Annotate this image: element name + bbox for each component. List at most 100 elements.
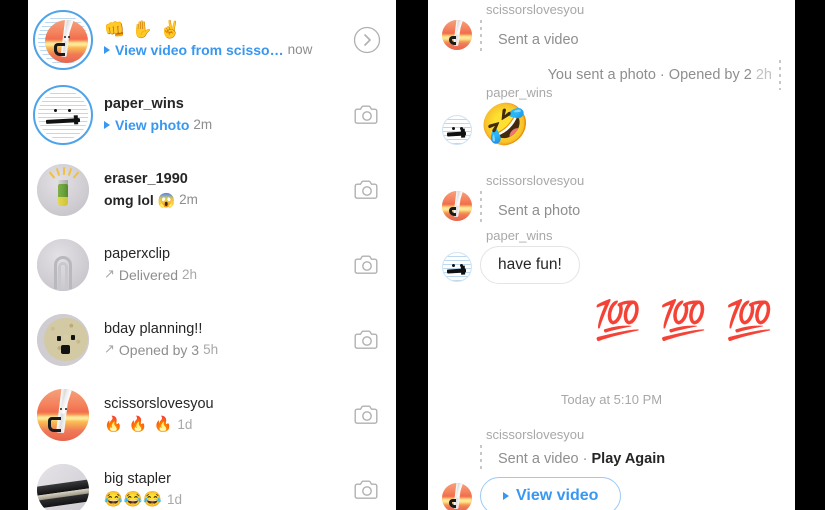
- message-bubble-have-fun[interactable]: paper_wins have fun!: [442, 228, 580, 284]
- inbox-row-timestamp: now: [287, 41, 313, 57]
- message-sent-a-video[interactable]: scissorslovesyou Sent a video: [442, 2, 584, 52]
- inbox-row-text: eraser_1990 omg lol 😱 2m: [104, 170, 350, 210]
- inbox-row-status: Opened by 3: [118, 341, 200, 358]
- avatar[interactable]: [32, 84, 94, 146]
- inbox-row-text: paper_wins View photo 2m: [104, 95, 350, 135]
- screenshot-root: 👊 ✋ ✌️ View video from scisso… now paper…: [0, 0, 825, 510]
- inbox-row-status: omg lol 😱: [104, 191, 176, 208]
- inbox-row-action[interactable]: [350, 479, 384, 501]
- avatar[interactable]: [32, 9, 94, 71]
- inbox-row-paper-wins[interactable]: paper_wins View photo 2m: [28, 77, 396, 152]
- message-text: Sent a video: [498, 32, 579, 48]
- inbox-row-subtitle: 😂😂😂 1d: [104, 490, 344, 510]
- inbox-row-subtitle: ↗ Opened by 3 5h: [104, 340, 344, 360]
- message-thread: scissorslovesyou Sent a video You sent a…: [428, 0, 795, 510]
- inbox-row-paperxclip[interactable]: paperxclip ↗ Delivered 2h: [28, 227, 396, 302]
- message-you-sent-a-photo[interactable]: You sent a photo · Opened by 2 2h: [548, 60, 781, 90]
- inbox-row-timestamp: 1d: [167, 491, 183, 507]
- avatar-image-paper-face: [38, 89, 88, 140]
- avatar[interactable]: [32, 459, 94, 510]
- day-divider-label: Today at 5:10 PM: [560, 392, 663, 407]
- message-timestamp: 2h: [755, 67, 772, 83]
- media-rail-icon: [480, 20, 482, 52]
- avatar[interactable]: [32, 309, 94, 371]
- message-sender: scissorslovesyou: [486, 173, 585, 188]
- day-divider: Today at 5:10 PM: [428, 386, 795, 413]
- camera-icon[interactable]: [354, 404, 380, 426]
- camera-icon[interactable]: [354, 179, 380, 201]
- media-rail-icon: [480, 445, 482, 471]
- inbox-row-subtitle: ↗ Delivered 2h: [104, 265, 344, 285]
- inbox-row-status: View photo: [115, 116, 190, 133]
- play-triangle-icon: [104, 120, 110, 129]
- avatar-image-eraser-pencil: [37, 163, 89, 216]
- camera-icon[interactable]: [354, 254, 380, 276]
- message-sender: scissorslovesyou: [486, 427, 585, 442]
- inbox-row-timestamp: 2h: [182, 266, 198, 282]
- inbox-row-eraser-1990[interactable]: eraser_1990 omg lol 😱 2m: [28, 152, 396, 227]
- sent-arrow-icon: ↗: [104, 340, 115, 356]
- inbox-row-action[interactable]: [350, 26, 384, 54]
- inbox-row-text: paperxclip ↗ Delivered 2h: [104, 245, 350, 285]
- inbox-row-text: big stapler 😂😂😂 1d: [104, 470, 350, 510]
- play-triangle-icon: [104, 45, 110, 54]
- avatar-image-scissors-sunset[interactable]: [442, 483, 472, 510]
- inbox-row-title: 👊 ✋ ✌️: [104, 19, 182, 39]
- message-sent-a-video-play-again[interactable]: scissorslovesyou Sent a video · Play Aga…: [442, 427, 665, 471]
- camera-icon[interactable]: [354, 104, 380, 126]
- message-text: You sent a photo · Opened by 2 2h: [547, 67, 772, 83]
- message-emoji-hundred[interactable]: 💯 💯 💯: [428, 300, 795, 342]
- inbox-row-subtitle: View video from scisso… now: [104, 40, 344, 60]
- inbox-row-text: bday planning!! ↗ Opened by 3 5h: [104, 320, 350, 360]
- inbox-row-status: 😂😂😂: [104, 490, 164, 508]
- inbox-row-timestamp: 2m: [193, 116, 213, 132]
- media-rail-icon: [779, 60, 781, 90]
- message-sender: scissorslovesyou: [486, 2, 585, 17]
- camera-icon[interactable]: [354, 329, 380, 351]
- inbox-panel: 👊 ✋ ✌️ View video from scisso… now paper…: [28, 0, 396, 510]
- message-sent-a-photo[interactable]: scissorslovesyou Sent a photo: [442, 173, 584, 223]
- inbox-row-action[interactable]: [350, 254, 384, 276]
- inbox-row-subtitle: omg lol 😱 2m: [104, 190, 344, 210]
- inbox-row-action[interactable]: [350, 329, 384, 351]
- view-video-button[interactable]: View video: [480, 477, 622, 510]
- message-emoji: 🤣: [480, 103, 530, 147]
- avatar-image-paper-face[interactable]: [442, 115, 472, 145]
- view-video-label: View video: [516, 487, 599, 504]
- avatar-image-cookie-face: [37, 313, 89, 366]
- camera-icon[interactable]: [354, 479, 380, 501]
- message-sender: paper_wins: [486, 85, 553, 100]
- play-again-link[interactable]: Play Again: [592, 451, 666, 467]
- avatar-image-scissors-sunset[interactable]: [442, 20, 472, 50]
- inbox-row-text: scissorslovesyou 🔥 🔥 🔥 1d: [104, 395, 350, 435]
- avatar-image-paper-face[interactable]: [442, 252, 472, 282]
- inbox-row-title: scissorslovesyou: [104, 395, 214, 412]
- avatar-image-scissors-sunset: [38, 14, 88, 65]
- inbox-row-title: paper_wins: [104, 95, 184, 112]
- message-text: Sent a video · Play Again: [498, 451, 666, 467]
- sent-arrow-icon: ↗: [104, 265, 115, 281]
- message-sender: paper_wins: [486, 228, 553, 243]
- chevron-right-icon[interactable]: [353, 26, 381, 54]
- avatar[interactable]: [32, 384, 94, 446]
- inbox-row-big-stapler[interactable]: big stapler 😂😂😂 1d: [28, 452, 396, 510]
- avatar-image-stapler: [37, 463, 89, 510]
- inbox-row-title: bday planning!!: [104, 320, 203, 337]
- inbox-row-title: eraser_1990: [104, 170, 188, 187]
- avatar[interactable]: [32, 234, 94, 296]
- media-rail-icon: [480, 191, 482, 223]
- message-emoji: 💯 💯 💯: [593, 300, 777, 342]
- inbox-row-scissorslovesyou[interactable]: scissorslovesyou 🔥 🔥 🔥 1d: [28, 377, 396, 452]
- inbox-row-action[interactable]: [350, 104, 384, 126]
- message-view-video[interactable]: View video: [442, 477, 622, 510]
- inbox-row-bday-planning[interactable]: bday planning!! ↗ Opened by 3 5h: [28, 302, 396, 377]
- inbox-row-title: paperxclip: [104, 245, 171, 262]
- message-emoji-laughing[interactable]: paper_wins 🤣: [442, 85, 553, 147]
- inbox-row-action[interactable]: [350, 404, 384, 426]
- message-text: have fun!: [480, 246, 580, 284]
- inbox-row-scissors-video[interactable]: 👊 ✋ ✌️ View video from scisso… now: [28, 2, 396, 77]
- inbox-row-timestamp: 2m: [179, 191, 198, 207]
- avatar[interactable]: [32, 159, 94, 221]
- inbox-row-action[interactable]: [350, 179, 384, 201]
- avatar-image-scissors-sunset[interactable]: [442, 191, 472, 221]
